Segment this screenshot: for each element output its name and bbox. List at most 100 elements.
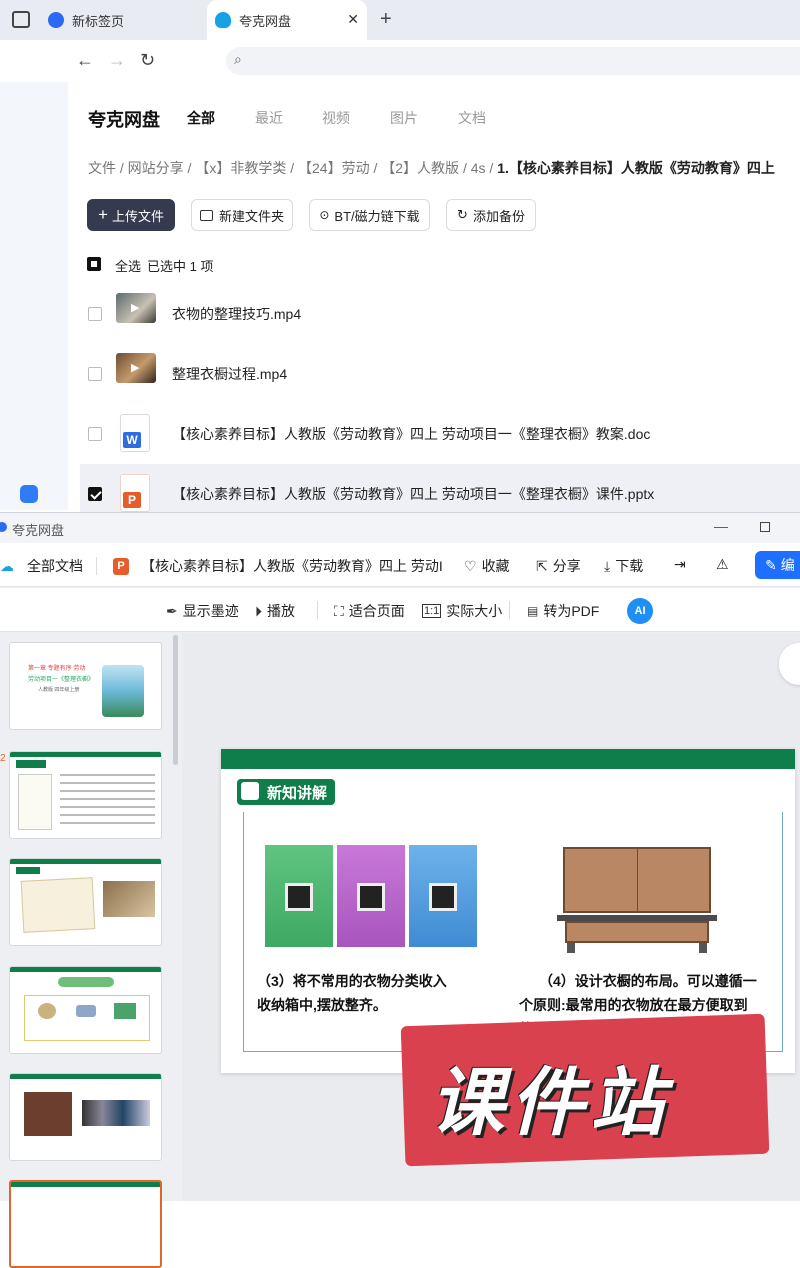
breadcrumb-item[interactable]: 文件	[88, 160, 116, 176]
maximize-icon[interactable]	[760, 522, 770, 532]
breadcrumb-item[interactable]: 【2】人教版	[381, 160, 459, 176]
search-icon: ⌕	[234, 51, 242, 67]
document-title-text: 【核心素养目标】人教版《劳动教育》四上 劳动I	[141, 558, 443, 574]
bt-download-button[interactable]: ⊙ BT/磁力链下载	[309, 199, 430, 231]
thumb1-line2: 劳动项目一《整理衣橱》	[28, 677, 95, 683]
reload-icon[interactable]: ↻	[140, 50, 155, 71]
new-folder-button[interactable]: 新建文件夹	[191, 199, 293, 231]
select-all-label[interactable]: 全选	[115, 256, 141, 275]
slide-thumbnail-3[interactable]	[9, 858, 162, 946]
breadcrumb-item[interactable]: 网站分享	[128, 160, 184, 176]
show-ink-button[interactable]: ✒ 显示墨迹	[166, 601, 239, 621]
assistant-face-icon[interactable]	[20, 485, 38, 503]
tab-docs[interactable]: 文档	[458, 108, 486, 128]
tab-close-icon[interactable]: ✕	[347, 11, 359, 28]
actual-size-button[interactable]: 1:1 实际大小	[422, 601, 502, 621]
tab-all[interactable]: 全部	[187, 108, 215, 128]
tab-video[interactable]: 视频	[322, 108, 350, 128]
share-label: 分享	[552, 558, 581, 574]
play-button[interactable]: ⏵ 播放	[255, 601, 295, 621]
to-pdf-button[interactable]: ▤ 转为PDF	[527, 601, 599, 621]
thumbnail-scrollbar[interactable]	[173, 635, 178, 765]
tab-overview-icon[interactable]	[12, 11, 30, 28]
file-checkbox-checked[interactable]	[88, 487, 102, 501]
add-backup-button[interactable]: ↻ 添加备份	[446, 199, 536, 231]
breadcrumb-item[interactable]: 4s	[471, 160, 486, 176]
url-input[interactable]: ⌕	[226, 47, 800, 75]
download-button[interactable]: ⤓ 下载	[604, 556, 643, 576]
file-row[interactable]: W 【核心素养目标】人教版《劳动教育》四上 劳动项目一《整理衣橱》教案.doc	[80, 404, 800, 462]
cloud-icon: ☁	[0, 557, 14, 574]
viewer-title-bar: 夸克网盘 —	[0, 513, 800, 543]
app-left-rail	[0, 82, 68, 510]
document-title: P 【核心素养目标】人教版《劳动教育》四上 劳动I	[113, 556, 443, 576]
file-row-selected[interactable]: P 【核心素养目标】人教版《劳动教育》四上 劳动项目一《整理衣橱》课件.pptx	[80, 464, 800, 512]
viewer-toolbar: ☁ 全部文档 P 【核心素养目标】人教版《劳动教育》四上 劳动I ♡ 收藏 ⇱ …	[0, 543, 800, 587]
magnet-icon: ⊙	[319, 208, 330, 222]
edit-button[interactable]: ✎ 编	[755, 551, 800, 579]
all-docs-label: 全部文档	[27, 558, 83, 574]
share-button[interactable]: ⇱ 分享	[536, 556, 581, 576]
toolbar-divider	[509, 601, 510, 619]
tab-quark-pan[interactable]: 夸克网盘 ✕	[207, 0, 367, 40]
slide-thumbnail-6-current[interactable]	[9, 1180, 162, 1268]
file-name[interactable]: 衣物的整理技巧.mp4	[172, 304, 301, 324]
tab-recent[interactable]: 最近	[255, 108, 283, 128]
show-ink-label: 显示墨迹	[182, 603, 239, 619]
ai-assistant-icon[interactable]: AI	[627, 598, 653, 624]
selected-count: 已选中 1 项	[147, 259, 214, 274]
play-label: 播放	[267, 603, 295, 619]
file-row[interactable]: ▶ 衣物的整理技巧.mp4	[80, 284, 800, 342]
tab-quark-pan-label: 夸克网盘	[239, 13, 292, 29]
pdf-icon: ▤	[527, 604, 539, 618]
feather-icon: ✒	[166, 602, 178, 619]
partial-select-icon	[91, 261, 97, 267]
watermark-text: 课件站	[430, 1060, 670, 1146]
minimize-icon[interactable]: —	[714, 518, 728, 534]
download-icon: ⤓	[604, 557, 611, 574]
report-icon[interactable]: ⚠	[716, 556, 729, 573]
file-name[interactable]: 【核心素养目标】人教版《劳动教育》四上 劳动项目一《整理衣橱》课件.pptx	[172, 484, 654, 504]
forward-arrow-icon[interactable]: →	[108, 50, 126, 71]
file-checkbox[interactable]	[88, 427, 102, 441]
cloud-favicon-icon	[215, 12, 231, 28]
upload-button[interactable]: + 上传文件	[87, 199, 175, 231]
breadcrumb-current: 1.【核心素养目标】人教版《劳动教育》四上	[497, 160, 775, 176]
file-checkbox[interactable]	[88, 307, 102, 321]
file-name[interactable]: 整理衣橱过程.mp4	[172, 364, 287, 384]
file-row[interactable]: ▶ 整理衣橱过程.mp4	[80, 344, 800, 402]
favorite-button[interactable]: ♡ 收藏	[464, 556, 510, 576]
thumb1-line1: 第一章 专题有序 劳动	[28, 666, 86, 672]
back-arrow-icon[interactable]: ←	[76, 50, 94, 71]
all-docs-button[interactable]: ☁ 全部文档	[0, 556, 83, 576]
viewer-secondary-toolbar: ✒ 显示墨迹 ⏵ 播放 ⛶ 适合页面 1:1 实际大小 ▤ 转为PDF AI	[0, 588, 800, 632]
ppt-file-icon: P	[120, 474, 150, 512]
file-name[interactable]: 【核心素养目标】人教版《劳动教育》四上 劳动项目一《整理衣橱》教案.doc	[172, 424, 650, 444]
pen-icon: ✎	[765, 556, 777, 573]
open-external-icon[interactable]: ⇥	[674, 556, 686, 573]
caption-left-line2: 收纳箱中,摆放整齐。	[257, 997, 387, 1013]
file-checkbox[interactable]	[88, 367, 102, 381]
toolbar-divider	[96, 557, 97, 575]
sync-icon: ↻	[457, 207, 468, 222]
tab-images[interactable]: 图片	[390, 108, 418, 128]
heart-icon: ♡	[464, 557, 477, 574]
breadcrumb-item[interactable]: 【24】劳动	[298, 160, 370, 176]
new-tab-favicon-icon	[48, 12, 64, 28]
word-file-icon: W	[120, 414, 150, 452]
select-all-checkbox[interactable]	[87, 257, 101, 271]
folder-plus-icon	[199, 209, 213, 221]
slide-section-tag: 新知讲解	[237, 779, 336, 805]
slide-thumbnail-2[interactable]	[9, 751, 162, 839]
new-tab-plus-icon[interactable]: +	[380, 8, 392, 31]
slide-thumbnail-5[interactable]	[9, 1073, 162, 1161]
tab-new[interactable]: 新标签页	[48, 0, 198, 40]
share-icon: ⇱	[536, 557, 548, 574]
slide-thumbnails-panel: 第一章 专题有序 劳动 劳动项目一《整理衣橱》 人教版 四年级上册 2	[0, 633, 182, 1268]
slide-thumbnail-4[interactable]	[9, 966, 162, 1054]
side-panel-toggle-icon[interactable]	[779, 643, 800, 685]
breadcrumb-item[interactable]: 【x】非教学类	[195, 160, 286, 176]
slide-thumbnail-1[interactable]: 第一章 专题有序 劳动 劳动项目一《整理衣橱》 人教版 四年级上册	[9, 642, 162, 730]
fit-page-button[interactable]: ⛶ 适合页面	[334, 601, 405, 621]
breadcrumb: 文件 / 网站分享 / 【x】非教学类 / 【24】劳动 / 【2】人教版 / …	[88, 160, 775, 176]
